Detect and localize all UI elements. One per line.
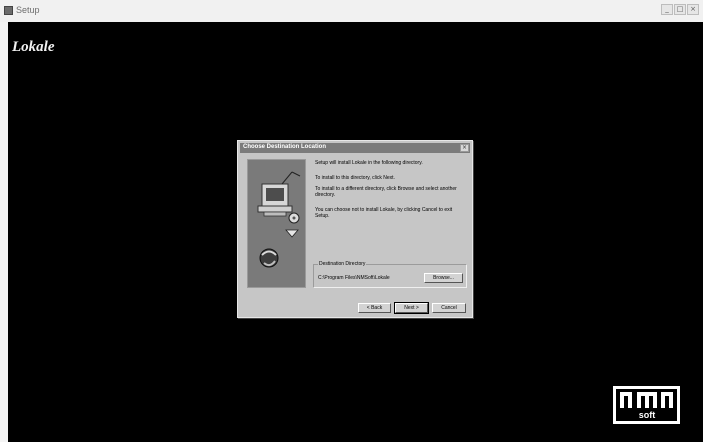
destination-group: Destination Directory C:\Program Files\N… — [313, 261, 467, 288]
message-install-location: Setup will install Lokale in the followi… — [315, 160, 423, 166]
dialog-titlebar[interactable]: Choose Destination Location × — [240, 143, 470, 153]
cancel-button[interactable]: Cancel — [432, 303, 466, 313]
computer-icon — [257, 171, 301, 217]
minimize-icon[interactable]: _ — [661, 4, 673, 15]
destination-path: C:\Program Files\NMSoft\Lokale — [318, 275, 390, 281]
destination-dialog: Choose Destination Location × Setup will… — [237, 140, 473, 318]
dialog-close-icon[interactable]: × — [460, 144, 469, 152]
app-name-title: Lokale — [12, 39, 55, 55]
setup-app-icon — [4, 6, 13, 15]
browse-button[interactable]: Browse... — [424, 273, 463, 283]
globe-icon — [259, 248, 279, 268]
message-browse: To install to a different directory, cli… — [315, 186, 457, 198]
dialog-title: Choose Destination Location — [243, 144, 327, 150]
window-titlebar[interactable]: Setup _ □ × — [0, 0, 703, 23]
close-icon[interactable]: × — [687, 4, 699, 15]
window-title: Setup — [16, 5, 40, 15]
nmsoft-logo: soft — [613, 386, 680, 424]
logo-text: soft — [639, 410, 656, 420]
destination-label: Destination Directory — [318, 261, 367, 267]
setup-illustration — [247, 159, 306, 288]
message-click-next: To install to this directory, click Next… — [315, 175, 395, 181]
maximize-icon[interactable]: □ — [674, 4, 686, 15]
message-cancel: You can choose not to install Lokale, by… — [315, 207, 453, 219]
next-button[interactable]: Next > — [394, 302, 429, 314]
back-button[interactable]: < Back — [358, 303, 391, 313]
window-controls: _ □ × — [661, 4, 699, 15]
disk-icon — [285, 212, 300, 238]
